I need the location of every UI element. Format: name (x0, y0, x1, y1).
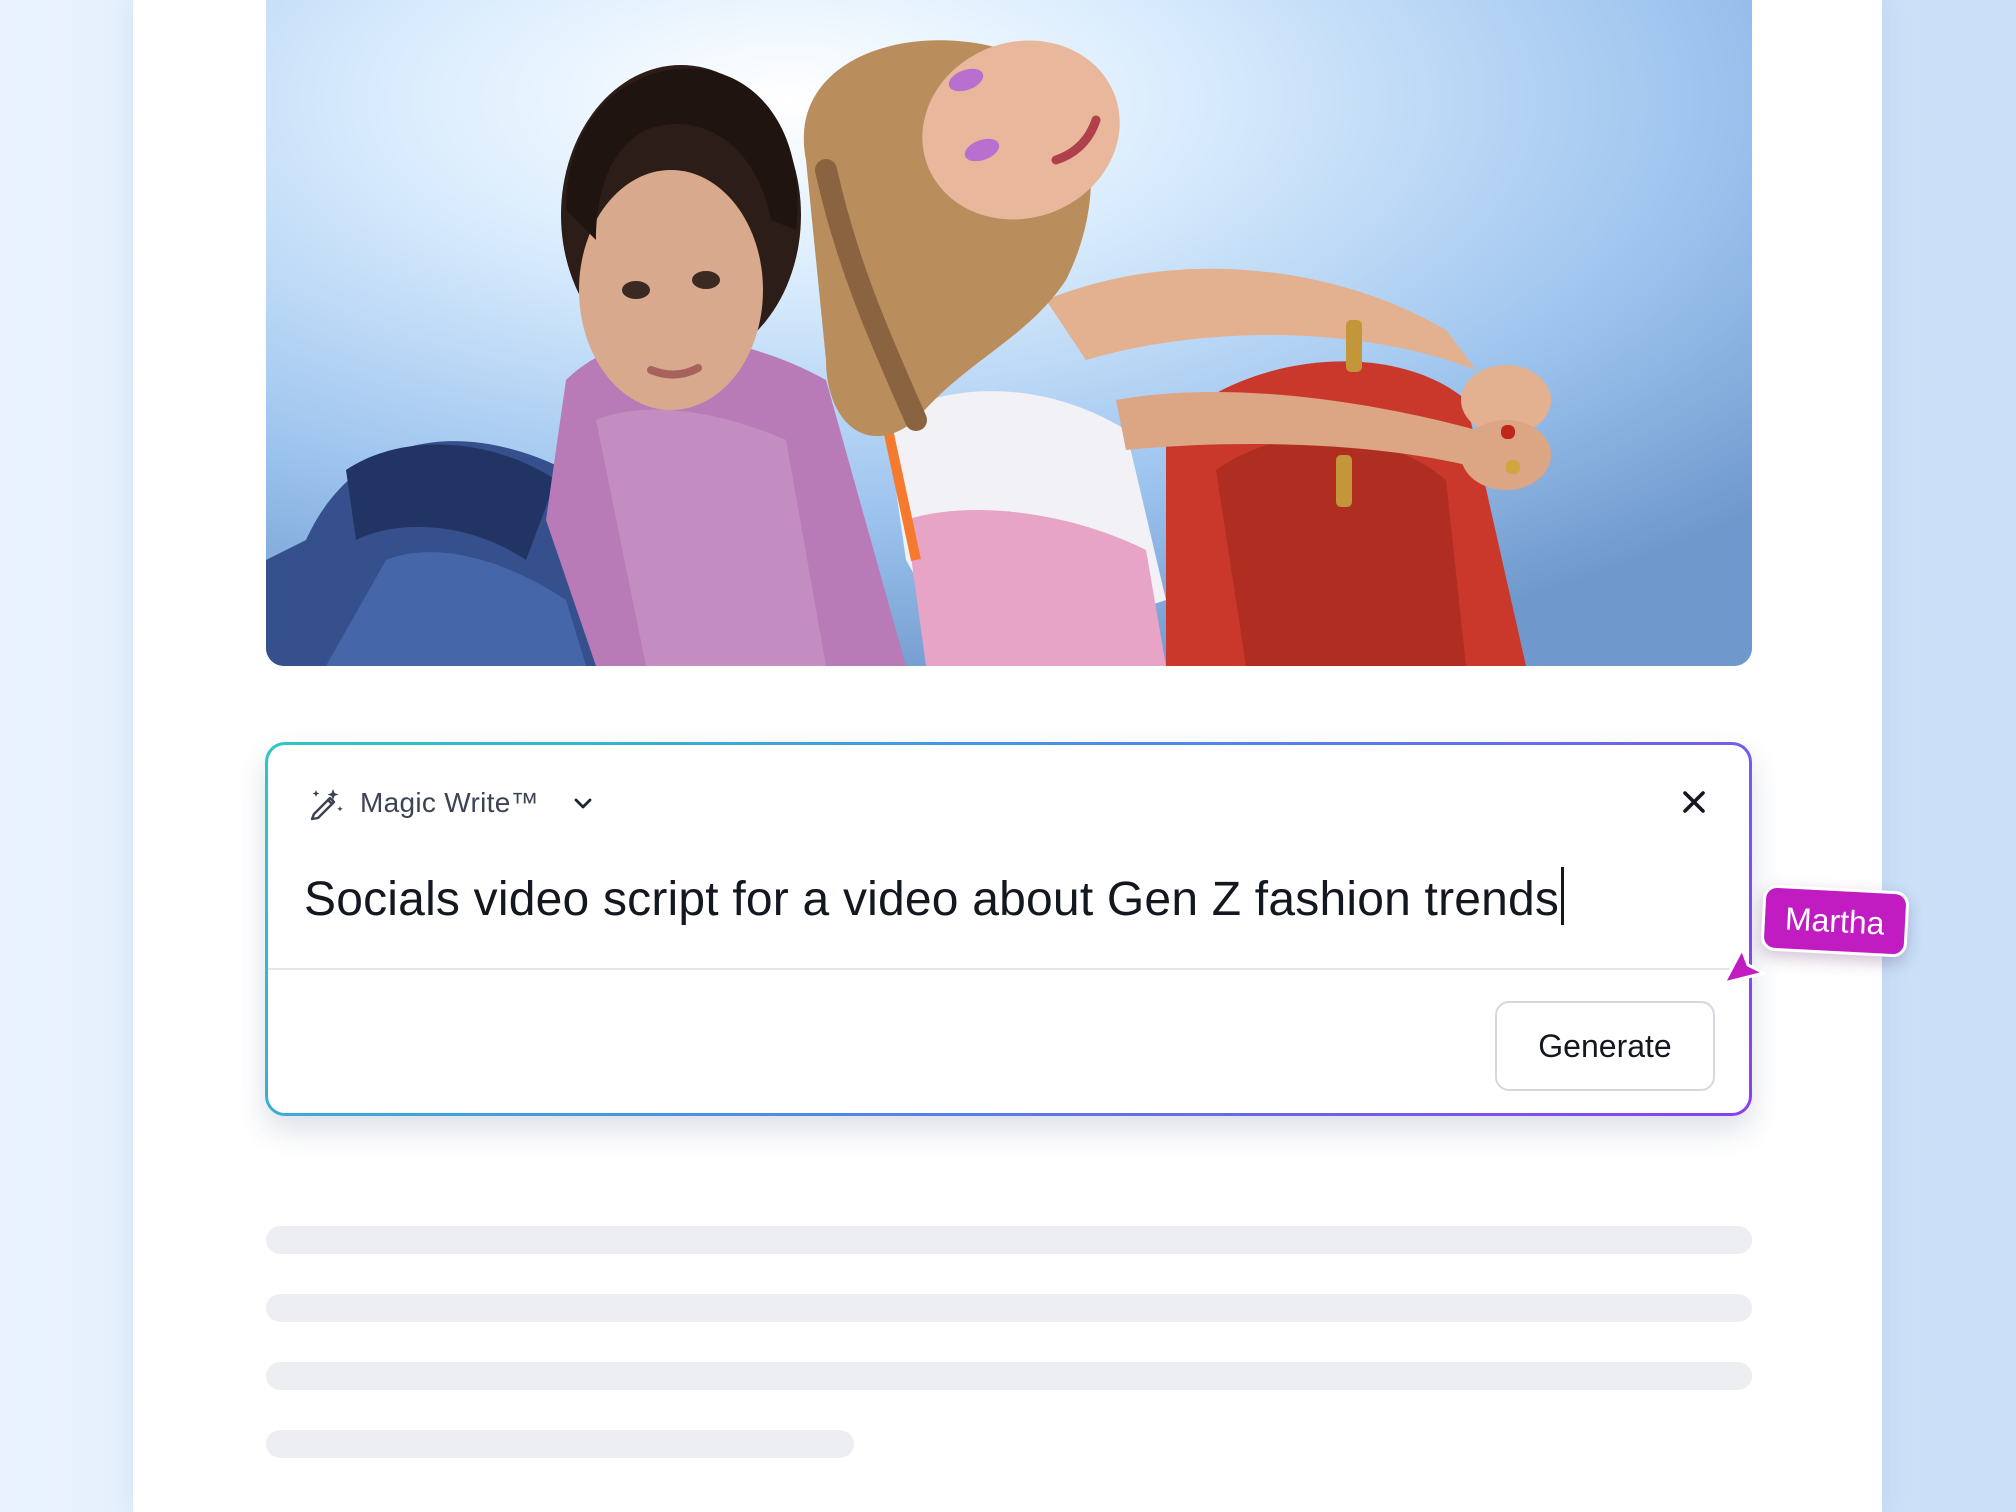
chevron-down-icon[interactable] (553, 789, 597, 817)
magic-wand-icon (304, 782, 346, 824)
collaborator-name-tag: Martha (1760, 884, 1910, 958)
magic-write-title: Magic Write™ (360, 787, 539, 818)
prompt-input[interactable]: Socials video script for a video about G… (304, 867, 1709, 927)
close-icon (1683, 791, 1705, 813)
generate-button[interactable]: Generate (1495, 1001, 1715, 1091)
magic-write-header[interactable]: Magic Write™ (304, 781, 597, 825)
placeholder-line (266, 1294, 1752, 1322)
hero-photo[interactable] (266, 0, 1752, 666)
close-button[interactable] (1677, 785, 1711, 819)
photo-illustration (266, 0, 1752, 666)
magic-write-panel: Magic Write™ Socials video script for a … (265, 742, 1752, 1116)
panel-divider (268, 968, 1749, 970)
placeholder-line (266, 1430, 854, 1458)
text-caret (1561, 867, 1565, 925)
cursor-arrow-icon (1722, 947, 1766, 985)
placeholder-line (266, 1362, 1752, 1390)
prompt-text: Socials video script for a video about G… (304, 873, 1560, 926)
placeholder-line (266, 1226, 1752, 1254)
